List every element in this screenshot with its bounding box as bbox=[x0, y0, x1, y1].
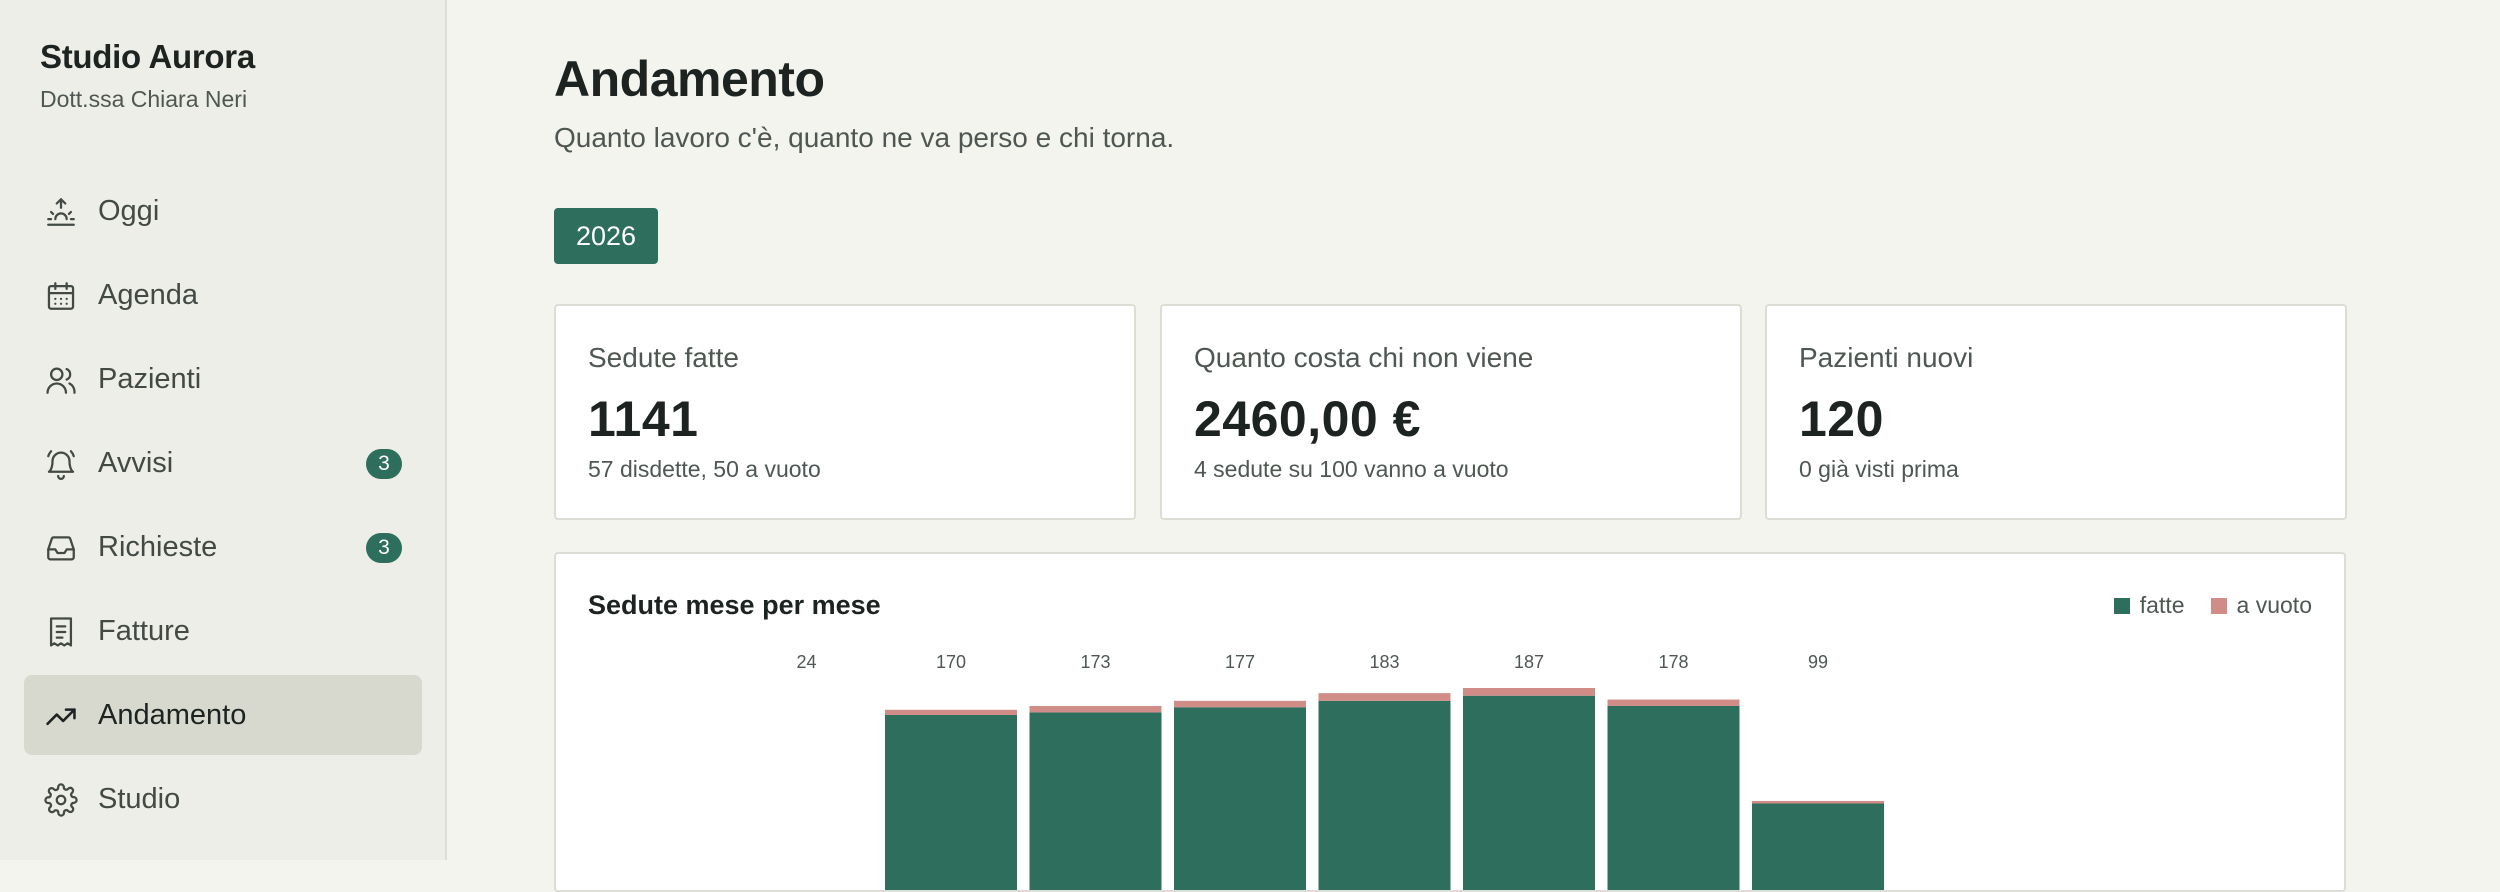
sidebar-item-label: Andamento bbox=[98, 698, 247, 731]
sidebar-item-fatture[interactable]: Fatture bbox=[24, 591, 422, 671]
inbox-icon bbox=[44, 531, 78, 565]
bar-value-label: 187 bbox=[1514, 652, 1544, 672]
sidebar-item-label: Pazienti bbox=[98, 362, 202, 395]
stat-label: Quanto costa chi non viene bbox=[1194, 342, 1534, 373]
brand-subtitle: Dott.ssa Chiara Neri bbox=[40, 86, 248, 112]
gear-icon bbox=[44, 783, 78, 817]
receipt-icon bbox=[44, 615, 78, 649]
stat-note: 57 disdette, 50 a vuoto bbox=[588, 456, 821, 482]
bar-fatte bbox=[1318, 700, 1451, 890]
bar-fatte bbox=[1029, 712, 1162, 890]
stat-note: 4 sedute su 100 vanno a vuoto bbox=[1194, 456, 1509, 482]
legend-item-fatte: fatte bbox=[2113, 592, 2185, 619]
bar-a-vuoto bbox=[1174, 700, 1306, 708]
legend-swatch-fatte bbox=[2113, 597, 2130, 614]
bar-value-label: 177 bbox=[1225, 652, 1255, 672]
sidebar-item-richieste[interactable]: Richieste 3 bbox=[24, 507, 422, 587]
bar-fatte bbox=[1752, 803, 1884, 890]
stat-value: 2460,00 € bbox=[1194, 391, 1421, 447]
stat-card-pazienti-nuovi: Pazienti nuovi 120 0 già visti prima bbox=[1765, 304, 2347, 520]
request-badge: 3 bbox=[366, 533, 402, 563]
bar-a-vuoto bbox=[1607, 699, 1740, 706]
bar-fatte bbox=[885, 714, 1017, 890]
bar-value-label: 183 bbox=[1369, 652, 1399, 672]
bar-fatte bbox=[1463, 695, 1595, 890]
stat-card-costo: Quanto costa chi non viene 2460,00 € 4 s… bbox=[1160, 304, 1742, 520]
page-subtitle: Quanto lavoro c'è, quanto ne va perso e … bbox=[554, 122, 1175, 153]
sidebar-item-label: Agenda bbox=[98, 278, 198, 311]
bar-value-label: 99 bbox=[1808, 652, 1828, 672]
sidebar-item-label: Richieste bbox=[98, 530, 218, 563]
sidebar-item-label: Fatture bbox=[98, 614, 190, 647]
stat-value: 1141 bbox=[588, 391, 699, 447]
chart-title: Sedute mese per mese bbox=[588, 590, 881, 620]
bar-fatte bbox=[1607, 705, 1740, 890]
main-content: Andamento Quanto lavoro c'è, quanto ne v… bbox=[448, 0, 2500, 892]
legend-swatch-a-vuoto bbox=[2210, 597, 2227, 614]
sidebar-item-oggi[interactable]: Oggi bbox=[24, 171, 422, 251]
sidebar: Studio Aurora Dott.ssa Chiara Neri Oggi … bbox=[0, 0, 447, 860]
bar-a-vuoto bbox=[1752, 800, 1884, 804]
chart-card: 24 170 173 177 183 187 178 99 Sedute mese per m… bbox=[554, 552, 2346, 892]
legend-item-a-vuoto: a vuoto bbox=[2210, 592, 2312, 619]
bar-value-label: 170 bbox=[936, 652, 966, 672]
calendar-icon bbox=[44, 279, 78, 313]
sidebar-item-label: Avvisi bbox=[98, 446, 174, 479]
bar-value-label: 173 bbox=[1080, 652, 1110, 672]
stat-value: 120 bbox=[1799, 391, 1884, 447]
bar-value-label: 178 bbox=[1658, 652, 1688, 672]
legend-label: fatte bbox=[2139, 592, 2185, 618]
year-selector-button[interactable]: 2026 bbox=[554, 208, 658, 264]
stat-label: Pazienti nuovi bbox=[1799, 342, 1974, 373]
stat-label: Sedute fatte bbox=[588, 342, 740, 373]
users-icon bbox=[44, 363, 78, 397]
sidebar-item-label: Oggi bbox=[98, 194, 160, 227]
sidebar-item-avvisi[interactable]: Avvisi 3 bbox=[24, 423, 422, 503]
bell-icon bbox=[44, 447, 78, 481]
sidebar-item-pazienti[interactable]: Pazienti bbox=[24, 339, 422, 419]
page-title: Andamento bbox=[554, 51, 825, 107]
stat-card-sedute: Sedute fatte 1141 57 disdette, 50 a vuot… bbox=[554, 304, 1136, 520]
bar-a-vuoto bbox=[1029, 705, 1162, 713]
legend-label: a vuoto bbox=[2236, 592, 2312, 618]
trending-up-icon bbox=[44, 699, 78, 733]
stat-note: 0 già visti prima bbox=[1799, 456, 1959, 482]
bar-a-vuoto bbox=[1463, 688, 1595, 696]
sunrise-icon bbox=[44, 195, 78, 229]
notification-badge: 3 bbox=[366, 449, 402, 479]
bar-fatte bbox=[1174, 707, 1306, 890]
chart-legend: fatte a vuoto bbox=[2088, 592, 2312, 619]
bar-a-vuoto bbox=[1318, 693, 1451, 701]
sidebar-item-studio[interactable]: Studio bbox=[24, 759, 422, 839]
bar-value-label: 24 bbox=[796, 652, 816, 672]
sidebar-item-andamento[interactable]: Andamento bbox=[24, 675, 422, 755]
brand-name: Studio Aurora bbox=[40, 38, 255, 75]
sidebar-item-label: Studio bbox=[98, 782, 181, 815]
bar-a-vuoto bbox=[885, 709, 1017, 715]
sidebar-item-agenda[interactable]: Agenda bbox=[24, 255, 422, 335]
